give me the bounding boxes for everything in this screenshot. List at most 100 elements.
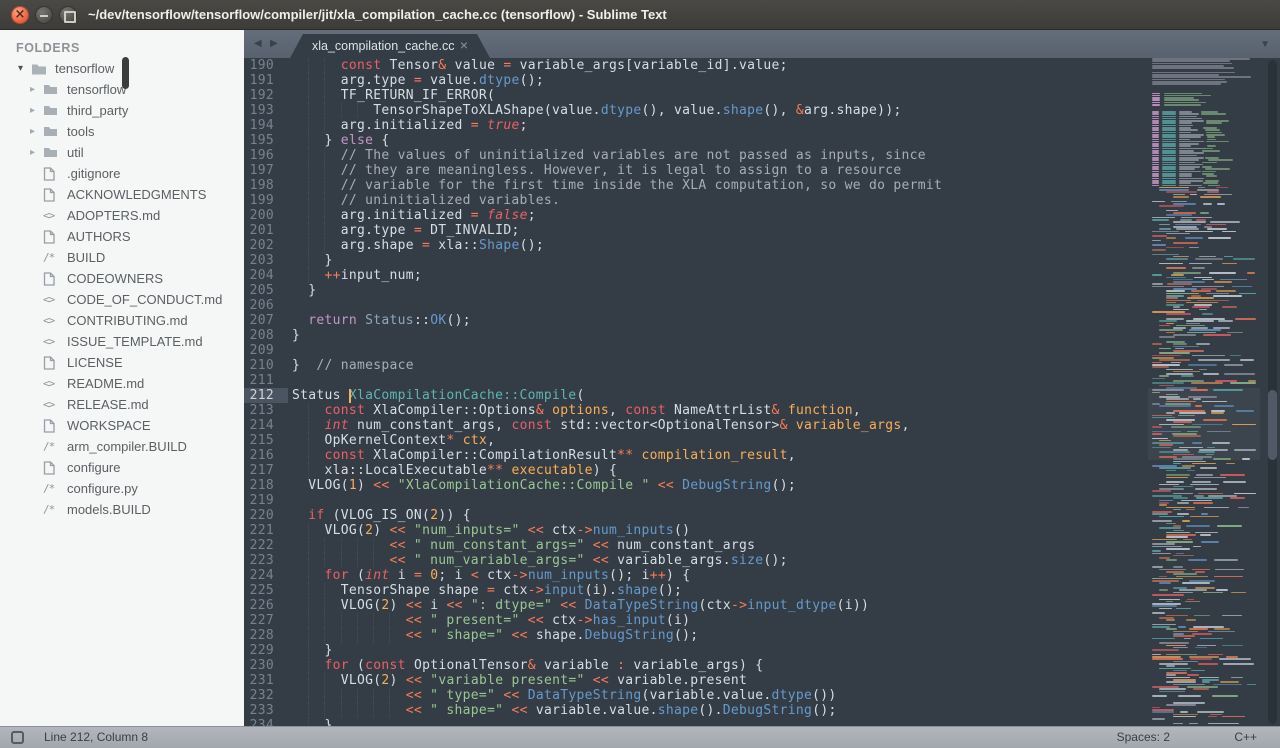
code-line[interactable]: 219 [244, 493, 1280, 508]
sidebar-item-code-of-conduct-md[interactable]: <>CODE_OF_CONDUCT.md [0, 289, 244, 310]
code-line[interactable]: 200 arg.initialized = false; [244, 208, 1280, 223]
sidebar-item-label: RELEASE.md [67, 397, 149, 412]
indent-settings[interactable]: Spaces: 2 [1117, 727, 1170, 748]
file-icon [43, 461, 61, 475]
code-line[interactable]: 190 const Tensor& value = variable_args[… [244, 58, 1280, 73]
minimize-button[interactable] [35, 6, 53, 24]
file-icon [43, 419, 61, 433]
code-line[interactable]: 227 << " present=" << ctx->has_input(i) [244, 613, 1280, 628]
sidebar-scrollbar-thumb[interactable] [122, 57, 129, 89]
code-line[interactable]: 208} [244, 328, 1280, 343]
sidebar-item-models-build[interactable]: /*models.BUILD [0, 499, 244, 520]
maximize-button[interactable] [59, 6, 77, 24]
code-line[interactable]: 194 arg.initialized = true; [244, 118, 1280, 133]
sidebar-item-configure[interactable]: configure [0, 457, 244, 478]
line-number: 191 [244, 73, 274, 88]
code-line[interactable]: 203 } [244, 253, 1280, 268]
sidebar-item-license[interactable]: LICENSE [0, 352, 244, 373]
code-line[interactable]: 191 arg.type = value.dtype(); [244, 73, 1280, 88]
line-number: 222 [244, 538, 274, 553]
code-line[interactable]: 209 [244, 343, 1280, 358]
collapsed-arrow-icon: ▸ [30, 121, 43, 142]
code-area: 190 const Tensor& value = variable_args[… [244, 58, 1280, 726]
code-line[interactable]: 223 << " num_variable_args=" << variable… [244, 553, 1280, 568]
code-line[interactable]: 233 << " shape=" << variable.value.shape… [244, 703, 1280, 718]
code-line[interactable]: 222 << " num_constant_args=" << num_cons… [244, 538, 1280, 553]
code-line[interactable]: 217 xla::LocalExecutable** executable) { [244, 463, 1280, 478]
code-line[interactable]: 197 // they are meaningless. However, it… [244, 163, 1280, 178]
line-number: 198 [244, 178, 274, 193]
code-line[interactable]: 216 const XlaCompiler::CompilationResult… [244, 448, 1280, 463]
tab-xla-compilation-cache[interactable]: xla_compilation_cache.cc × [290, 34, 490, 58]
build-file-icon: /* [43, 503, 61, 516]
sidebar-item-readme-md[interactable]: <>README.md [0, 373, 244, 394]
code-line[interactable]: 232 << " type=" << DataTypeString(variab… [244, 688, 1280, 703]
sidebar-item-configure-py[interactable]: /*configure.py [0, 478, 244, 499]
line-number: 228 [244, 628, 274, 643]
code-line[interactable]: 202 arg.shape = xla::Shape(); [244, 238, 1280, 253]
code-line[interactable]: 198 // variable for the first time insid… [244, 178, 1280, 193]
scrollbar-thumb[interactable] [1268, 390, 1277, 460]
sidebar-item-adopters-md[interactable]: <>ADOPTERS.md [0, 205, 244, 226]
sidebar-item-release-md[interactable]: <>RELEASE.md [0, 394, 244, 415]
code-line[interactable]: 212Status XlaCompilationCache::Compile( [244, 388, 1280, 403]
sidebar-item-codeowners[interactable]: CODEOWNERS [0, 268, 244, 289]
editor[interactable]: 190 const Tensor& value = variable_args[… [244, 58, 1280, 726]
code-line[interactable]: 210} // namespace [244, 358, 1280, 373]
line-number: 233 [244, 703, 274, 718]
code-line[interactable]: 225 TensorShape shape = ctx->input(i).sh… [244, 583, 1280, 598]
sidebar-item-acknowledgments[interactable]: ACKNOWLEDGMENTS [0, 184, 244, 205]
sidebar-item-authors[interactable]: AUTHORS [0, 226, 244, 247]
tab-close-icon[interactable]: × [460, 34, 468, 57]
tab-overflow-icon[interactable]: ▼ [1260, 39, 1270, 50]
syntax-selector[interactable]: C++ [1234, 727, 1257, 748]
code-line[interactable]: 204 ++input_num; [244, 268, 1280, 283]
code-line[interactable]: 229 } [244, 643, 1280, 658]
code-line[interactable]: 234 } [244, 718, 1280, 726]
panel-toggle-icon[interactable] [11, 731, 24, 744]
code-line[interactable]: 207 return Status::OK(); [244, 313, 1280, 328]
code-line[interactable]: 213 const XlaCompiler::Options& options,… [244, 403, 1280, 418]
code-line[interactable]: 196 // The values of uninitialized varia… [244, 148, 1280, 163]
line-number: 212 [244, 388, 274, 403]
code-line[interactable]: 214 int num_constant_args, const std::ve… [244, 418, 1280, 433]
code-line[interactable]: 205 } [244, 283, 1280, 298]
tab-scroll-right-icon[interactable]: ▶ [270, 38, 278, 49]
cursor-position-label: Line 212, Column 8 [44, 727, 148, 748]
line-number: 196 [244, 148, 274, 163]
code-line[interactable]: 195 } else { [244, 133, 1280, 148]
code-line[interactable]: 230 for (const OptionalTensor& variable … [244, 658, 1280, 673]
code-line[interactable]: 221 VLOG(2) << "num_inputs=" << ctx->num… [244, 523, 1280, 538]
line-number: 203 [244, 253, 274, 268]
sidebar-item-util[interactable]: ▸util [0, 142, 244, 163]
title-bar: ~/dev/tensorflow/tensorflow/compiler/jit… [0, 0, 1280, 30]
sidebar-item-build[interactable]: /*BUILD [0, 247, 244, 268]
code-line[interactable]: 192 TF_RETURN_IF_ERROR( [244, 88, 1280, 103]
sidebar-item-tools[interactable]: ▸tools [0, 121, 244, 142]
code-line[interactable]: 218 VLOG(1) << "XlaCompilationCache::Com… [244, 478, 1280, 493]
code-line[interactable]: 215 OpKernelContext* ctx, [244, 433, 1280, 448]
tab-scroll-left-icon[interactable]: ◀ [254, 38, 262, 49]
sidebar-item-issue-template-md[interactable]: <>ISSUE_TEMPLATE.md [0, 331, 244, 352]
sidebar-item--gitignore[interactable]: .gitignore [0, 163, 244, 184]
code-line[interactable]: 224 for (int i = 0; i < ctx->num_inputs(… [244, 568, 1280, 583]
code-line[interactable]: 228 << " shape=" << shape.DebugString(); [244, 628, 1280, 643]
code-line[interactable]: 220 if (VLOG_IS_ON(2)) { [244, 508, 1280, 523]
code-line[interactable]: 206 [244, 298, 1280, 313]
close-button[interactable] [11, 6, 29, 24]
line-number: 234 [244, 718, 274, 726]
code-line[interactable]: 211 [244, 373, 1280, 388]
code-line[interactable]: 193 TensorShapeToXLAShape(value.dtype(),… [244, 103, 1280, 118]
sidebar-item-workspace[interactable]: WORKSPACE [0, 415, 244, 436]
sidebar-item-arm-compiler-build[interactable]: /*arm_compiler.BUILD [0, 436, 244, 457]
sidebar-item-contributing-md[interactable]: <>CONTRIBUTING.md [0, 310, 244, 331]
sidebar-item-third-party[interactable]: ▸third_party [0, 100, 244, 121]
line-number: 207 [244, 313, 274, 328]
code-line[interactable]: 201 arg.type = DT_INVALID; [244, 223, 1280, 238]
line-number: 211 [244, 373, 274, 388]
code-line[interactable]: 231 VLOG(2) << "variable present=" << va… [244, 673, 1280, 688]
code-line[interactable]: 199 // uninitialized variables. [244, 193, 1280, 208]
code-line[interactable]: 226 VLOG(2) << i << ": dtype=" << DataTy… [244, 598, 1280, 613]
minimap[interactable] [1148, 58, 1260, 726]
line-number: 216 [244, 448, 274, 463]
